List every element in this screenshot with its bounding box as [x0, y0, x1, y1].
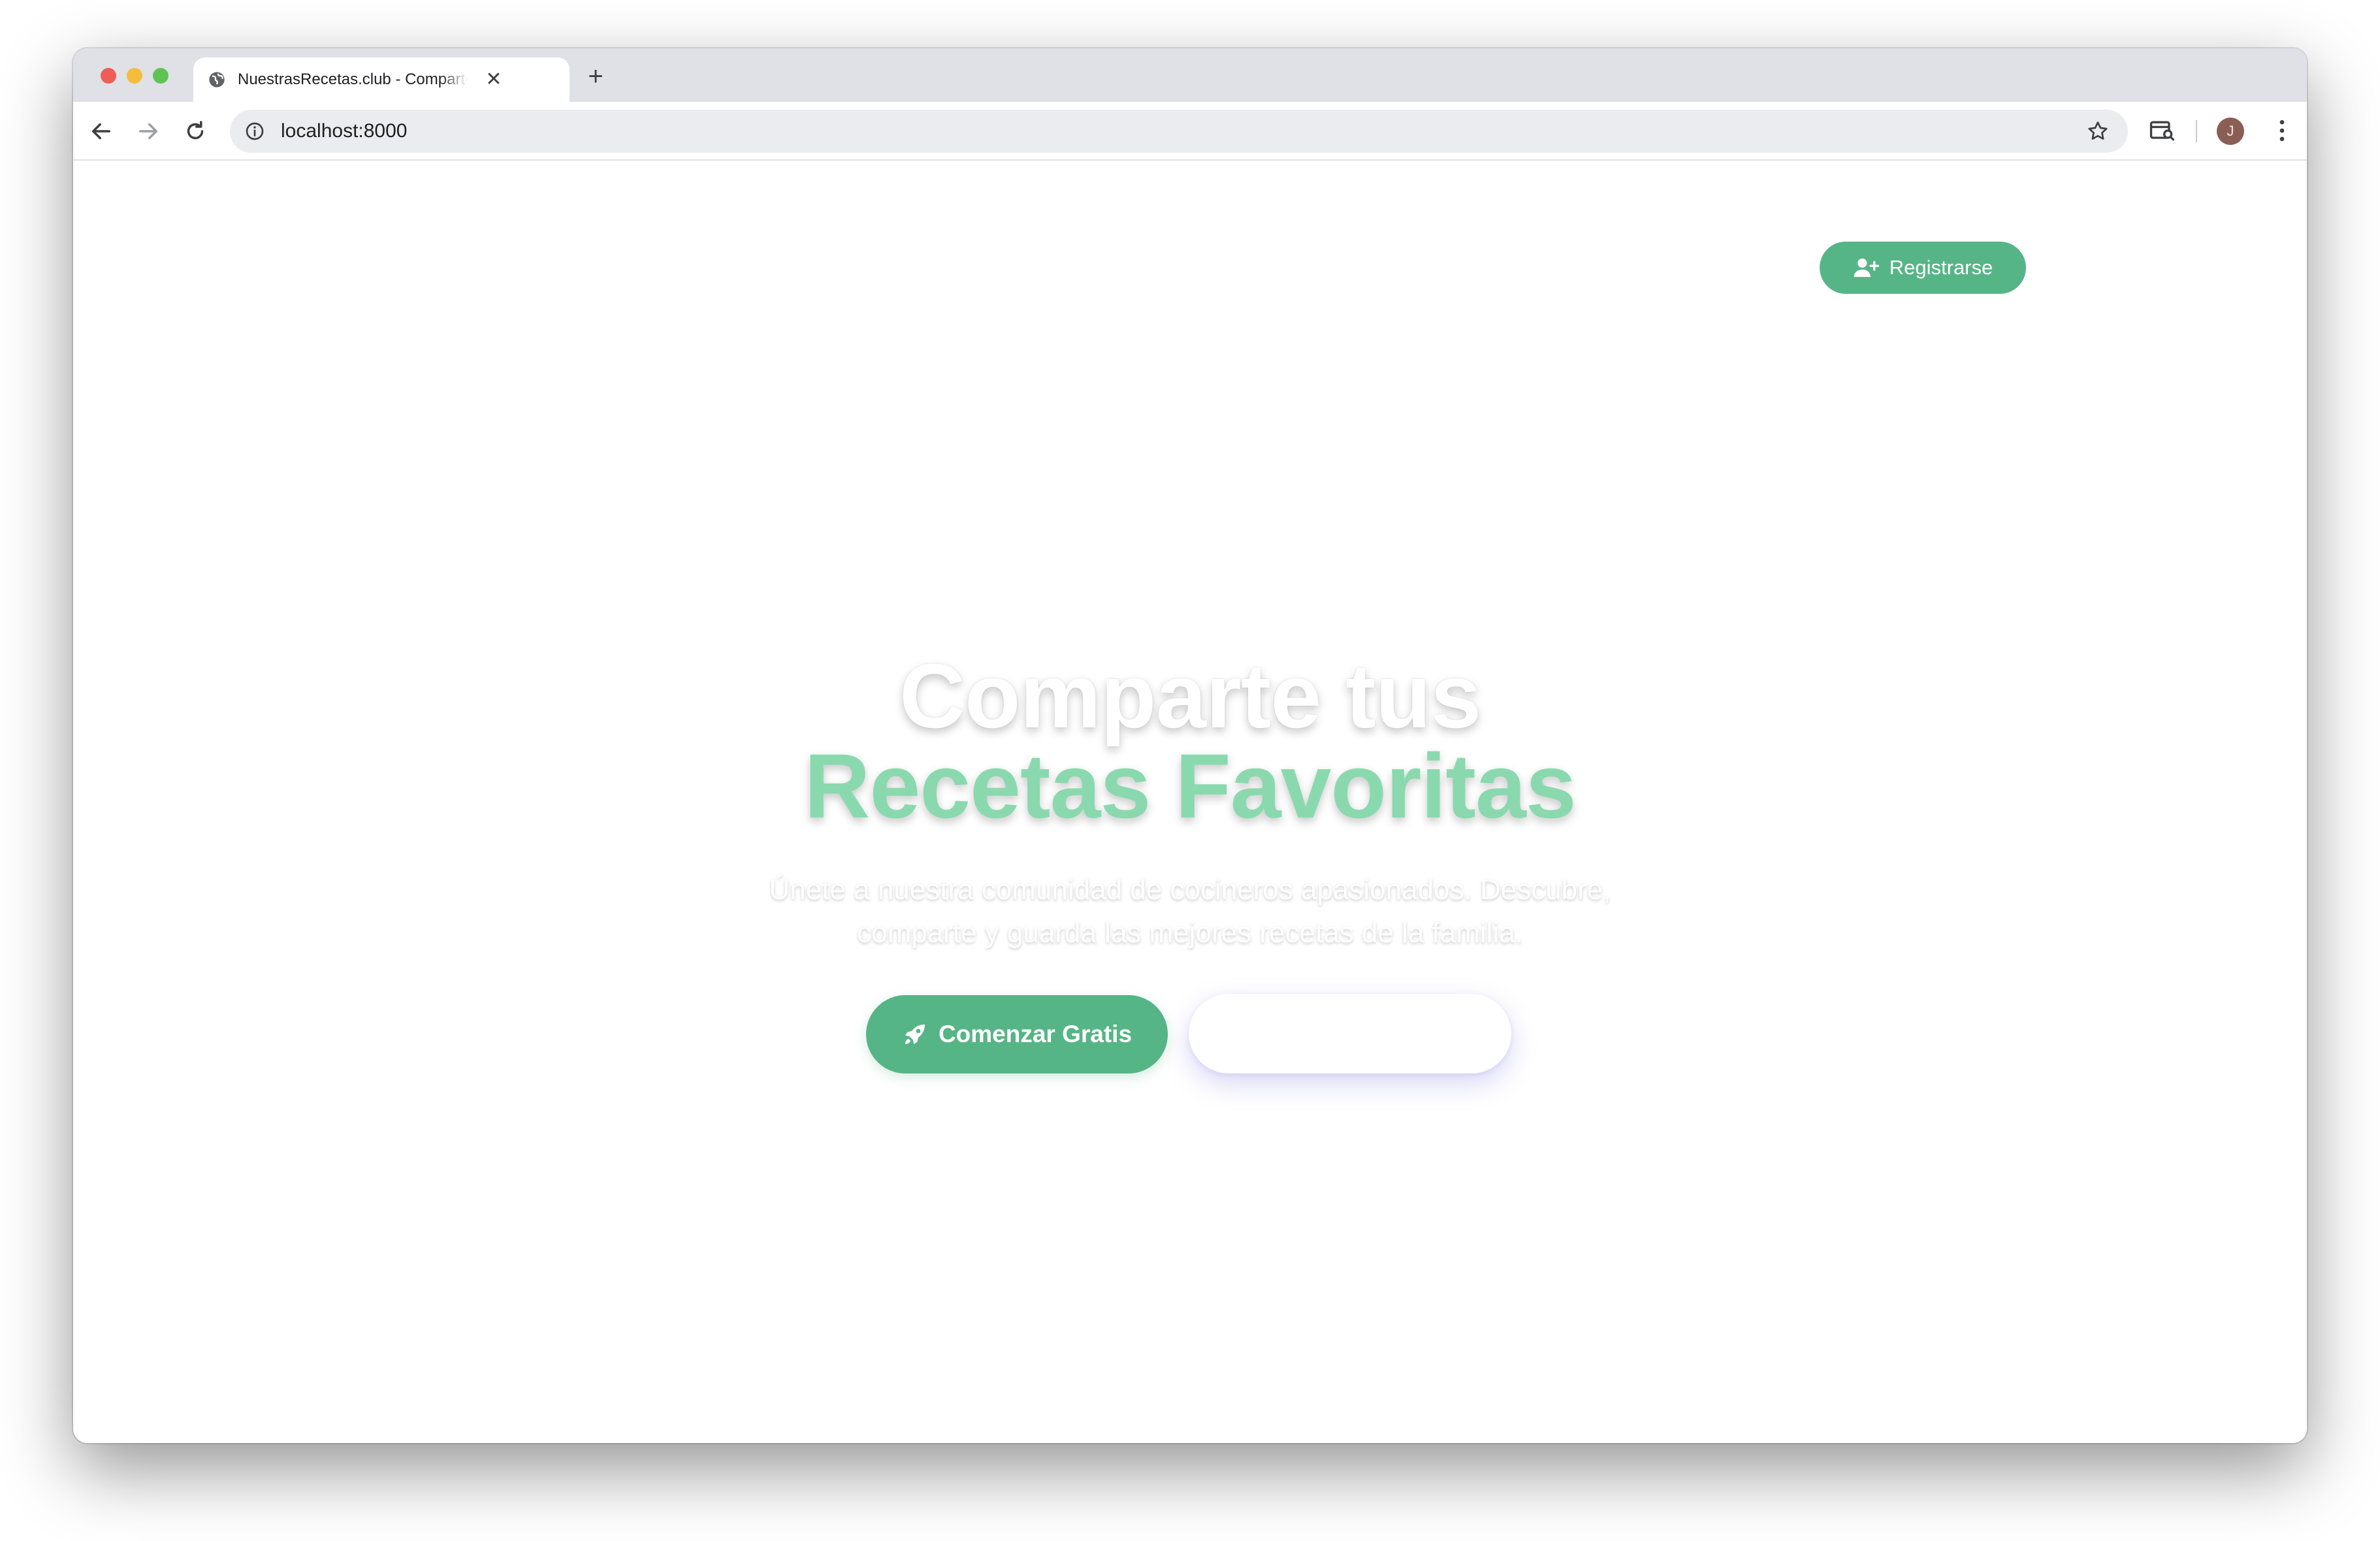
- page-content: Registrarse Comparte tus Recetas Favorit…: [73, 161, 2307, 1443]
- register-label: Registrarse: [1889, 256, 1993, 279]
- start-free-label: Comenzar Gratis: [938, 1021, 1133, 1047]
- browser-window: NuestrasRecetas.club - Comparte tus Rece…: [73, 48, 2307, 1443]
- globe-icon: [209, 72, 225, 87]
- rocket-icon: [905, 1025, 925, 1044]
- forward-button[interactable]: [135, 118, 162, 145]
- search-tabs-icon[interactable]: [2147, 116, 2176, 145]
- close-window-button[interactable]: [101, 68, 116, 84]
- profile-avatar[interactable]: J: [2217, 118, 2244, 145]
- reload-icon: [187, 121, 204, 140]
- hero-title-line1: Comparte tus: [899, 644, 1481, 747]
- browser-toolbar: localhost:8000 J: [73, 102, 2307, 161]
- tab-title: NuestrasRecetas.club - Comparte tus Rece…: [238, 71, 468, 88]
- arrow-left-icon: [92, 123, 110, 140]
- toolbar-divider: [2196, 120, 2197, 142]
- secondary-cta-button[interactable]: [1189, 994, 1511, 1073]
- active-tab[interactable]: NuestrasRecetas.club - Comparte tus Rece…: [193, 57, 570, 102]
- bookmark-star-icon[interactable]: [2086, 119, 2110, 143]
- user-plus-icon: [1854, 258, 1879, 278]
- hero-subtitle: Únete a nuestra comunidad de cocineros a…: [769, 874, 1611, 949]
- arrow-right-icon: [139, 123, 157, 140]
- new-tab-button[interactable]: +: [584, 63, 607, 89]
- more-menu-icon[interactable]: [2268, 116, 2296, 145]
- back-button[interactable]: [88, 118, 115, 145]
- register-button[interactable]: Registrarse: [1820, 242, 2026, 294]
- zoom-window-button[interactable]: [153, 68, 169, 84]
- tab-strip: NuestrasRecetas.club - Comparte tus Rece…: [73, 48, 2307, 102]
- address-bar[interactable]: localhost:8000: [230, 110, 2128, 153]
- reload-button[interactable]: [182, 118, 209, 145]
- start-free-button[interactable]: Comenzar Gratis: [866, 995, 1168, 1073]
- close-tab-icon[interactable]: ✕: [483, 70, 504, 89]
- minimize-window-button[interactable]: [127, 68, 142, 84]
- hero-title-line2: Recetas Favoritas: [804, 735, 1576, 837]
- info-icon[interactable]: [244, 121, 265, 142]
- url-text: localhost:8000: [281, 120, 408, 142]
